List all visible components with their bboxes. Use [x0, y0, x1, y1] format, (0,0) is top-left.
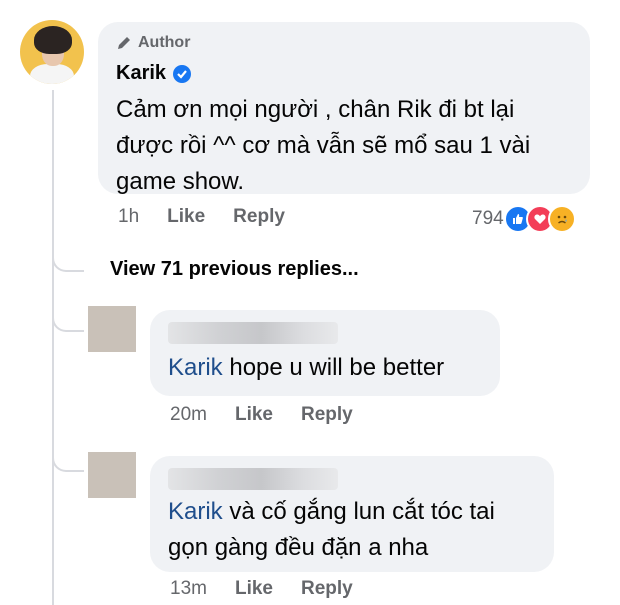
reply-button[interactable]: Reply	[301, 578, 353, 600]
reply-bubble: Karik hope u will be better	[150, 310, 500, 396]
author-name[interactable]: Karik	[116, 62, 192, 85]
like-button[interactable]: Like	[235, 578, 273, 600]
author-badge: Author	[116, 34, 190, 52]
thread-branch	[52, 430, 84, 472]
reply-text-line1: và cố gắng lun cắt tóc tai	[222, 498, 495, 525]
comment-bubble: Author Karik Cảm ơn mọi người , chân Rik…	[98, 22, 590, 195]
reply-actions: 13m Like Reply	[170, 578, 381, 600]
thread-line	[52, 90, 54, 605]
sad-icon	[547, 205, 576, 233]
reply-text: Karik hope u will be better	[168, 350, 444, 386]
view-previous-replies-link[interactable]: View 71 previous replies...	[110, 258, 359, 281]
author-name-text[interactable]: Karik	[116, 62, 166, 85]
pen-icon	[118, 37, 130, 49]
reply-text: Karik và cố gắng lun cắt tóc tai gọn gàn…	[168, 494, 495, 566]
avatar[interactable]	[88, 452, 136, 498]
avatar[interactable]	[20, 20, 84, 84]
reply-text-line2: gọn gàng đều đặn a nha	[168, 534, 429, 561]
comment-actions: 1h Like Reply	[118, 206, 313, 228]
thread-branch	[52, 290, 84, 332]
like-button[interactable]: Like	[167, 206, 205, 228]
mention-link[interactable]: Karik	[168, 354, 223, 381]
verified-icon	[173, 64, 192, 83]
author-badge-label: Author	[138, 34, 191, 51]
avatar[interactable]	[88, 306, 136, 352]
comment-text: Cảm ơn mọi người , chân Rik đi bt lại đư…	[116, 96, 531, 195]
reply-actions: 20m Like Reply	[170, 404, 381, 426]
timestamp[interactable]: 1h	[118, 206, 139, 228]
redacted-name	[168, 322, 338, 344]
reaction-count[interactable]: 794	[472, 208, 504, 230]
timestamp[interactable]: 20m	[170, 404, 207, 426]
reply-text-body: hope u will be better	[222, 354, 445, 381]
timestamp[interactable]: 13m	[170, 578, 207, 600]
reply-bubble: Karik và cố gắng lun cắt tóc tai gọn gàn…	[150, 456, 554, 572]
reply-button[interactable]: Reply	[301, 404, 353, 426]
like-button[interactable]: Like	[235, 404, 273, 426]
redacted-name	[168, 468, 338, 490]
reply-button[interactable]: Reply	[233, 206, 285, 228]
mention-link[interactable]: Karik	[168, 498, 223, 525]
reaction-summary[interactable]: 794	[472, 205, 576, 233]
thread-branch	[52, 230, 84, 272]
